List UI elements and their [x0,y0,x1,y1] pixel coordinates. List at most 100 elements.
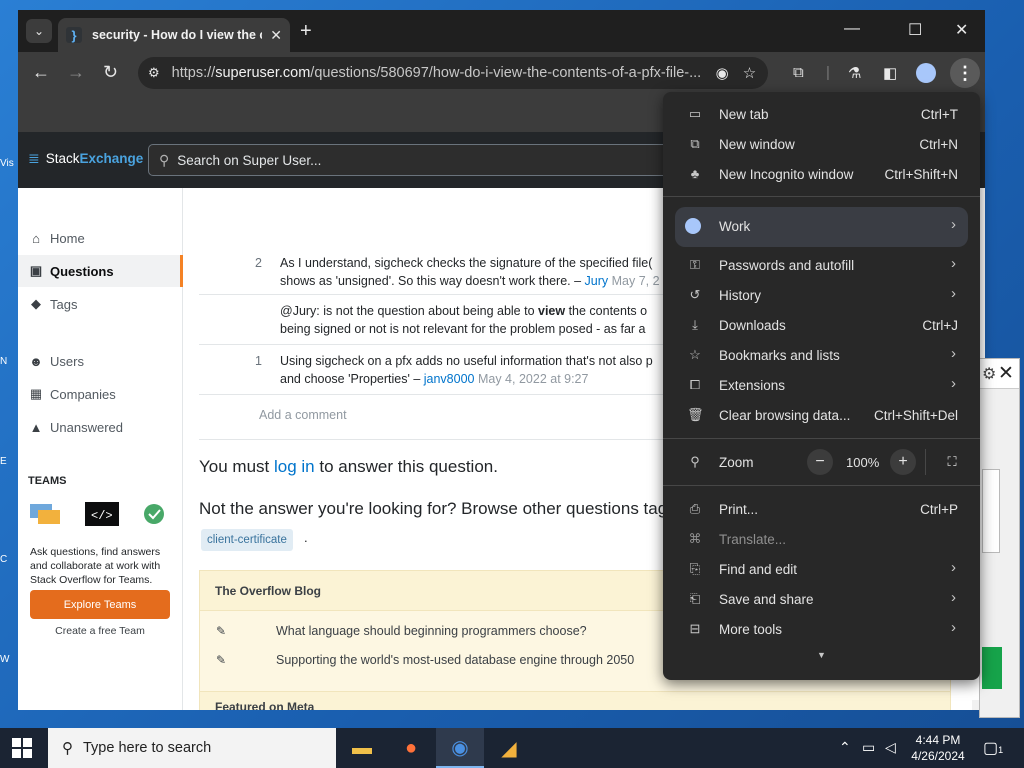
site-info-icon[interactable]: ⚙ [148,65,160,81]
new-window-icon: ⧉ [690,136,700,151]
create-free-team-link[interactable]: Create a free Team [30,625,170,637]
menu-item-more-tools[interactable]: ⊟ More tools › [663,615,980,645]
dialog-green-button[interactable] [982,647,1002,689]
tab-close-icon[interactable]: ✕ [270,27,282,44]
zoom-level: 100% [846,455,880,470]
menu-item-shortcut: Ctrl+N [919,137,958,152]
tag-trailing-text: . [304,530,308,545]
maximize-icon[interactable]: ☐ [908,20,922,40]
zoom-out-button[interactable]: − [807,449,833,475]
menu-item-label: New window [719,137,795,152]
menu-item-clear-data[interactable]: 🗑 Clear browsing data... Ctrl+Shift+Del [663,401,980,431]
questions-icon: ▣ [29,263,43,278]
menu-item-new-tab[interactable]: ▭ New tab Ctrl+T [663,100,980,130]
tray-chevron-icon[interactable]: ⌃ [839,739,851,756]
comment-text: the contents o [565,304,648,318]
blog-item-title[interactable]: What language should beginning programme… [276,624,587,638]
notification-icon[interactable]: ▢1 [983,738,1003,758]
menu-item-save-share[interactable]: ⎗ Save and share › [663,585,980,615]
profile-avatar-icon[interactable] [916,63,936,83]
comment-date[interactable]: May 7, 2 [608,274,660,288]
labs-icon[interactable]: ⚗ [848,64,861,82]
menu-item-print[interactable]: ⎙ Print... Ctrl+P [663,495,980,525]
reload-icon[interactable]: ↻ [103,63,118,81]
minimize-icon[interactable]: — [844,20,860,38]
url-text[interactable]: https://superuser.com/questions/580697/h… [172,65,702,81]
new-tab-icon[interactable]: + [300,21,312,41]
menu-item-extensions[interactable]: ⧠ Extensions › [663,371,980,401]
nav-unanswered[interactable]: ▲ Unanswered [18,411,183,443]
menu-item-label: History [719,288,762,303]
nav-users[interactable]: ☻ Users [18,345,183,377]
volume-icon[interactable]: ◁ [885,739,896,756]
menu-item-label: Extensions [719,378,786,393]
blog-item-title[interactable]: Supporting the world's most-used databas… [276,653,634,667]
nav-home[interactable]: ⌂ Home [18,222,183,254]
comment-date[interactable]: May 4, 2022 at 9:27 [475,372,589,386]
chrome-menu-icon[interactable]: ⋮ [950,58,980,88]
browser-tab[interactable]: } security - How do I view the co ✕ [58,18,290,52]
trash-icon: 🗑 [687,407,704,422]
explore-teams-button[interactable]: Explore Teams [30,590,170,619]
dialog-field[interactable] [982,469,1000,553]
comment-text-bold: view [538,304,566,318]
menu-item-label: New tab [719,107,769,122]
menu-item-bookmarks[interactable]: ☆ Bookmarks and lists › [663,341,980,371]
app-icon[interactable]: ◢ [485,728,533,768]
menu-item-new-window[interactable]: ⧉ New window Ctrl+N [663,130,980,160]
comment-user-link[interactable]: Jury [585,274,609,288]
back-icon[interactable]: ← [32,63,50,81]
side-panel-icon[interactable]: ◧ [883,64,897,82]
nav-tags[interactable]: ◆ Tags [18,288,183,320]
menu-item-downloads[interactable]: ⤓ Downloads Ctrl+J [663,311,980,341]
fullscreen-icon[interactable]: ⛶ [939,449,965,475]
menu-item-translate[interactable]: ⌘ Translate... [663,525,980,555]
logo-text-accent: Exchange [79,151,144,166]
system-clock[interactable]: 4:44 PM 4/26/2024 [908,732,968,764]
desktop-icon-label[interactable]: C [0,554,18,565]
menu-separator [663,196,980,197]
clock-time: 4:44 PM [915,733,961,747]
menu-item-label: Passwords and autofill [719,258,855,273]
login-prompt: You must log in to answer this question. [199,457,498,477]
chrome-icon[interactable]: ◉ [436,728,484,768]
address-bar[interactable]: ⚙ https://superuser.com/questions/580697… [138,57,768,89]
download-icon: ⤓ [692,317,698,332]
network-icon[interactable]: ▭ [862,739,875,756]
desktop-icon-label[interactable]: W [0,654,18,665]
zoom-in-button[interactable]: + [890,449,916,475]
site-logo[interactable]: ≣ Stack Exchange [28,150,143,167]
menu-item-find-edit[interactable]: ⎘ Find and edit › [663,555,980,585]
login-prompt-text: You must [199,457,274,476]
nav-questions[interactable]: ▣ Questions [18,255,183,287]
desktop-icon-label[interactable]: N [0,356,18,367]
desktop-icon-label[interactable]: Vis [0,158,18,169]
firefox-icon[interactable]: ● [387,728,435,768]
menu-item-new-incognito[interactable]: ♣ New Incognito window Ctrl+Shift+N [663,160,980,190]
tag-client-certificate[interactable]: client-certificate [201,529,293,551]
desktop-icon-label[interactable]: E [0,456,18,467]
menu-item-shortcut: Ctrl+P [920,502,958,517]
close-icon[interactable]: ✕ [998,362,1014,385]
scroll-down-arrow-icon[interactable]: ▼ [817,650,826,660]
menu-item-passwords[interactable]: ⚿ Passwords and autofill › [663,251,980,281]
bookmark-star-icon[interactable]: ☆ [743,64,756,82]
gear-icon[interactable]: ⚙ [982,364,996,384]
tab-search-icon[interactable]: ⌄ [26,19,52,43]
tracking-protection-icon[interactable]: ◉ [716,64,729,82]
comment-user-link[interactable]: janv8000 [424,372,475,386]
menu-item-history[interactable]: ↺ History › [663,281,980,311]
file-explorer-icon[interactable]: ▬ [338,728,386,768]
add-comment-link[interactable]: Add a comment [259,408,347,422]
menu-item-label: Translate... [719,532,787,547]
building-icon: ▦ [29,386,43,401]
site-search-input[interactable]: ⚲ Search on Super User... [148,144,668,176]
windows-start-icon[interactable] [12,738,32,758]
taskbar-search-input[interactable]: ⚲ Type here to search [48,728,336,768]
menu-profile-work[interactable]: Work › [675,207,968,247]
nav-companies[interactable]: ▦ Companies [18,378,183,410]
forward-icon[interactable]: → [67,63,85,81]
extensions-icon[interactable]: ⧉ [793,64,804,81]
close-window-icon[interactable]: ✕ [955,20,968,40]
login-link[interactable]: log in [274,457,315,476]
